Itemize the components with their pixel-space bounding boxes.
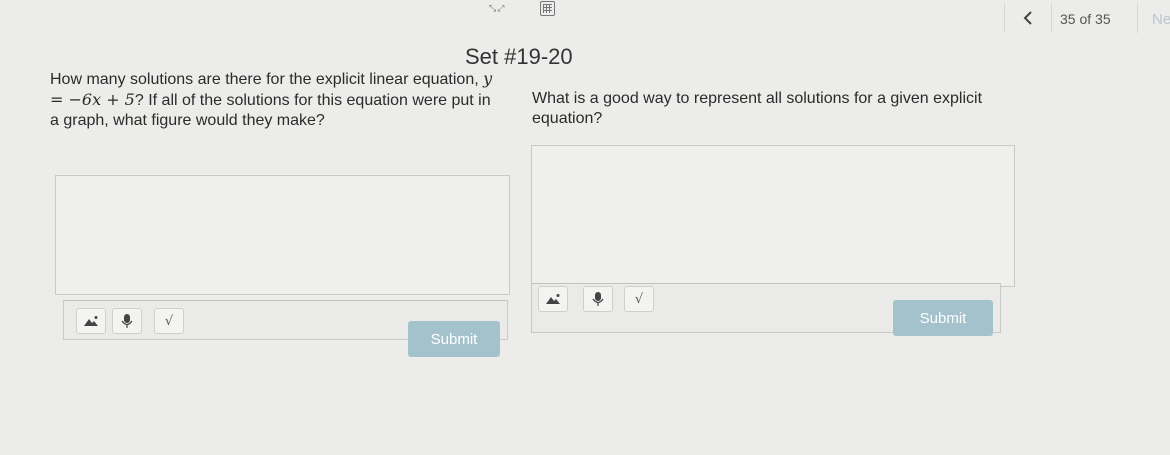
square-root-icon: √ <box>164 313 174 329</box>
previous-button[interactable] <box>1004 3 1052 33</box>
answer-input-1[interactable] <box>55 175 510 295</box>
insert-image-button[interactable] <box>538 286 568 312</box>
expand-icon[interactable]: ⤡⤢ <box>489 3 505 14</box>
page-title: Set #19-20 <box>465 44 573 69</box>
submit-button-2[interactable]: Submit <box>893 300 993 336</box>
question-2-text: What is a good way to represent all solu… <box>532 90 983 127</box>
next-button[interactable]: Ne <box>1137 3 1170 33</box>
chevron-left-icon <box>1023 11 1032 25</box>
page-count: 35 of 35 <box>1060 11 1111 27</box>
record-audio-button[interactable] <box>112 308 142 334</box>
image-icon <box>84 316 98 326</box>
answer-input-2[interactable] <box>531 145 1015 287</box>
question-1-text: How many solutions are there for the exp… <box>50 69 500 131</box>
microphone-icon <box>121 314 133 328</box>
record-audio-button[interactable] <box>583 286 613 312</box>
submit-button-1[interactable]: Submit <box>408 321 500 357</box>
math-input-button[interactable]: √ <box>624 286 654 312</box>
image-icon <box>546 294 560 304</box>
square-root-icon: √ <box>634 291 644 307</box>
insert-image-button[interactable] <box>76 308 106 334</box>
math-input-button[interactable]: √ <box>154 308 184 334</box>
calculator-icon[interactable] <box>540 1 555 16</box>
top-bar: ⤡⤢ 35 of 35 Ne <box>0 0 1170 40</box>
question-1-text-before: How many solutions are there for the exp… <box>50 71 484 88</box>
microphone-icon <box>592 292 604 306</box>
